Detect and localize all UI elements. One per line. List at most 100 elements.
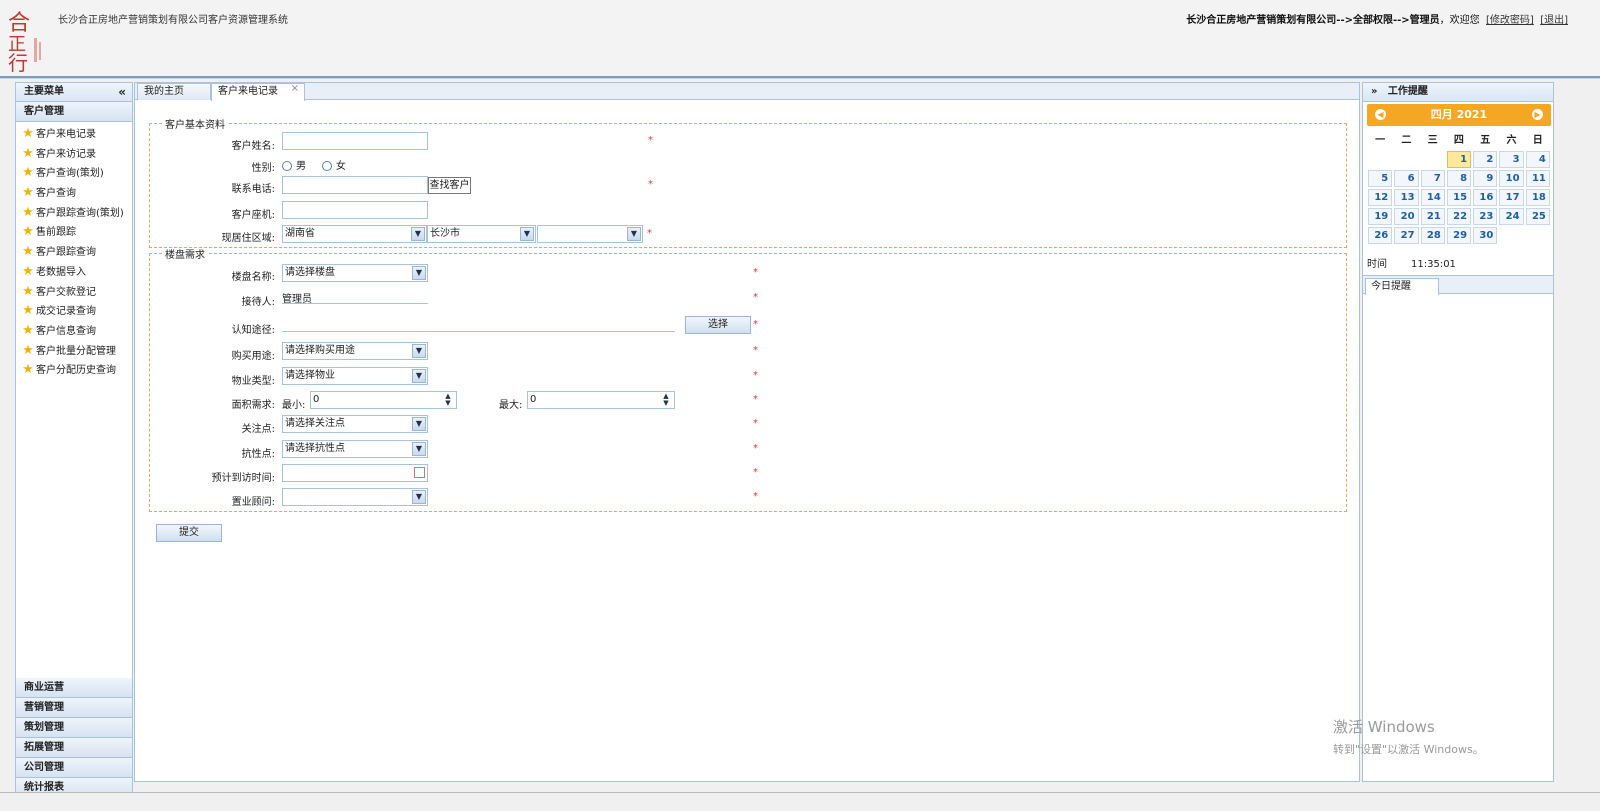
menu-group-marketing[interactable]: 营销管理 — [16, 698, 132, 718]
channel-field[interactable] — [282, 318, 675, 332]
calendar-day[interactable]: 11 — [1525, 170, 1550, 187]
left-menu: 主要菜单 « 客户管理 ★ 客户来电记录 ★ 客户来访记录 ★ 客户查询(策划) ★ 客… — [15, 82, 133, 800]
area-min-input[interactable]: 0 ▲ ▼ — [310, 391, 457, 409]
menu-group-planning[interactable]: 策划管理 — [16, 718, 132, 738]
district-select[interactable]: ▼ — [537, 225, 643, 243]
calendar-empty-cell — [1498, 226, 1524, 245]
spinner-icon[interactable]: ▲ ▼ — [441, 393, 455, 407]
calendar-day[interactable]: 29 — [1446, 227, 1472, 244]
menu-item[interactable]: ★ 客户批量分配管理 — [16, 341, 132, 361]
spinner-icon[interactable]: ▲ ▼ — [659, 393, 673, 407]
tab-call-records[interactable]: 客户来电记录 × — [211, 83, 305, 101]
calendar-day[interactable]: 21 — [1420, 208, 1445, 225]
calendar-day[interactable]: 9 — [1473, 170, 1498, 187]
menu-item[interactable]: ★ 成交记录查询 — [16, 301, 132, 321]
close-icon[interactable]: × — [291, 81, 299, 97]
calendar-empty-cell — [1367, 150, 1393, 169]
calendar-day[interactable]: 3 — [1499, 151, 1524, 168]
menu-item[interactable]: ★ 客户信息查询 — [16, 321, 132, 341]
tab-home[interactable]: 我的主页 — [137, 83, 211, 100]
change-password-link[interactable]: [修改密码] — [1486, 15, 1534, 26]
star-icon: ★ — [22, 145, 34, 161]
building-select[interactable]: 请选择楼盘 ▼ — [282, 264, 428, 282]
calendar-day[interactable]: 23 — [1473, 208, 1498, 225]
system-title: 长沙合正房地产营销策划有限公司客户资源管理系统 — [58, 15, 288, 26]
find-customer-button[interactable]: 查找客户 — [428, 177, 471, 194]
calendar-day[interactable]: 10 — [1499, 170, 1524, 187]
menu-item[interactable]: ★ 客户查询(策划) — [16, 163, 132, 183]
menu-item[interactable]: ★ 老数据导入 — [16, 262, 132, 282]
menu-group-expansion[interactable]: 拓展管理 — [16, 738, 132, 758]
calendar-day[interactable]: 4 — [1525, 151, 1550, 168]
menu-item[interactable]: ★ 客户交款登记 — [16, 282, 132, 302]
city-select[interactable]: 长沙市 ▼ — [427, 225, 536, 243]
receptionist-field[interactable]: 管理员 — [282, 290, 428, 305]
consultant-select[interactable]: ▼ — [282, 488, 428, 506]
calendar-day[interactable]: 2 — [1473, 151, 1498, 168]
logout-link[interactable]: [退出] — [1540, 15, 1568, 26]
calendar-day[interactable]: 26 — [1368, 227, 1393, 244]
resist-select[interactable]: 请选择抗性点 ▼ — [282, 440, 428, 458]
calendar-day[interactable]: 25 — [1525, 208, 1550, 225]
calendar-day[interactable]: 17 — [1499, 189, 1524, 206]
calendar-day[interactable]: 28 — [1420, 227, 1445, 244]
required-mark: * — [753, 345, 758, 356]
calendar-day[interactable]: 7 — [1420, 170, 1445, 187]
chevron-down-icon: ▼ — [412, 266, 426, 280]
calendar-day[interactable]: 18 — [1525, 189, 1550, 206]
expand-icon[interactable]: » — [1371, 86, 1377, 97]
visit-time-input[interactable] — [282, 464, 428, 482]
menu-group-business[interactable]: 商业运营 — [16, 678, 132, 698]
calendar-day[interactable]: 16 — [1473, 189, 1498, 206]
landline-input[interactable] — [282, 201, 428, 219]
purpose-select[interactable]: 请选择购买用途 ▼ — [282, 342, 428, 360]
calendar-day[interactable]: 6 — [1394, 170, 1419, 187]
gender-male-radio[interactable] — [282, 161, 292, 171]
area-max-input[interactable]: 0 ▲ ▼ — [527, 391, 675, 409]
calendar-week-row: 19 20 21 22 23 24 25 — [1367, 207, 1551, 226]
calendar-day[interactable]: 15 — [1446, 189, 1472, 206]
calendar-day[interactable]: 1 — [1446, 151, 1472, 168]
calendar-day[interactable]: 5 — [1368, 170, 1393, 187]
calendar-day[interactable]: 27 — [1394, 227, 1419, 244]
tab-today-reminder[interactable]: 今日提醒 — [1365, 278, 1439, 295]
calendar-day[interactable]: 22 — [1446, 208, 1472, 225]
menu-item[interactable]: ★ 客户来电记录 — [16, 124, 132, 144]
chevron-down-icon: ▼ — [627, 227, 641, 241]
phone-input[interactable] — [282, 176, 428, 194]
header-divider — [0, 76, 1600, 79]
collapse-icon[interactable]: « — [118, 83, 126, 101]
property-select[interactable]: 请选择物业 ▼ — [282, 367, 428, 385]
province-select[interactable]: 湖南省 ▼ — [282, 225, 427, 243]
menu-group-company[interactable]: 公司管理 — [16, 758, 132, 778]
customer-name-input[interactable] — [282, 132, 428, 150]
calendar-day[interactable]: 14 — [1420, 189, 1445, 206]
calendar-day[interactable]: 24 — [1499, 208, 1524, 225]
gender-female-radio[interactable] — [321, 161, 332, 171]
prev-month-icon[interactable]: ◀ — [1375, 109, 1386, 120]
required-mark: * — [753, 418, 758, 429]
calendar-day[interactable]: 30 — [1473, 227, 1498, 244]
choose-button[interactable]: 选择 — [685, 316, 751, 334]
focus-select[interactable]: 请选择关注点 ▼ — [282, 415, 428, 433]
resist-label: 抗性点: — [241, 449, 275, 460]
calendar-day[interactable]: 13 — [1394, 189, 1419, 206]
menu-item[interactable]: ★ 客户分配历史查询 — [16, 360, 132, 380]
welcome-text: ，欢迎您 — [1439, 15, 1480, 26]
star-icon: ★ — [22, 342, 34, 358]
menu-item[interactable]: ★ 售前跟踪 — [16, 222, 132, 242]
submit-button[interactable]: 提交 — [156, 524, 222, 542]
calendar-icon[interactable] — [414, 467, 425, 478]
menu-group-customer[interactable]: 客户管理 — [16, 102, 132, 122]
calendar-day[interactable]: 8 — [1446, 170, 1472, 187]
calendar-day[interactable]: 12 — [1368, 189, 1393, 206]
calendar-day[interactable]: 20 — [1394, 208, 1419, 225]
menu-item[interactable]: ★ 客户来访记录 — [16, 144, 132, 164]
required-mark: * — [753, 267, 758, 278]
menu-item[interactable]: ★ 客户跟踪查询 — [16, 242, 132, 262]
next-month-icon[interactable]: ▶ — [1532, 109, 1543, 120]
menu-item[interactable]: ★ 客户查询 — [16, 183, 132, 203]
calendar-day[interactable]: 19 — [1368, 208, 1393, 225]
area-max-label: 最大: — [499, 400, 523, 411]
menu-item[interactable]: ★ 客户跟踪查询(策划) — [16, 203, 132, 223]
